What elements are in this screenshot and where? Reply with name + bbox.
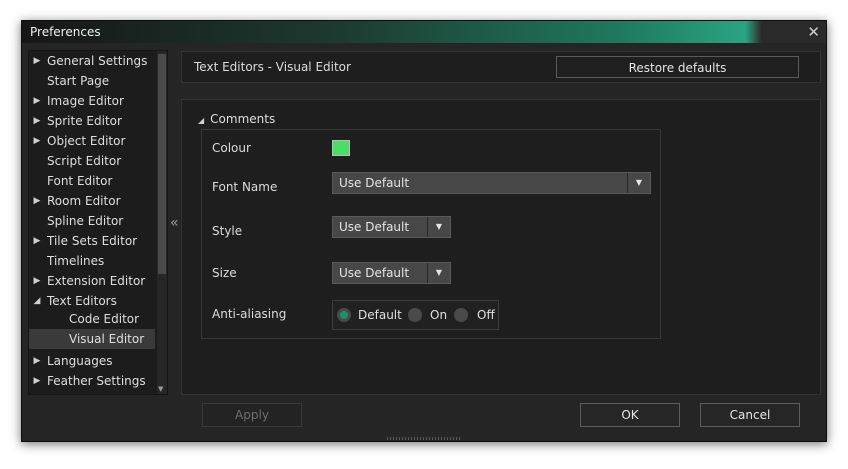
expand-arrow-icon[interactable]: ▶ [32,91,42,111]
chevron-down-icon[interactable]: ▼ [627,173,650,193]
radio-default[interactable] [337,308,351,322]
expand-arrow-icon[interactable]: ▶ [32,131,42,151]
tree-item-tile-sets-editor[interactable]: ▶ Tile Sets Editor [29,231,155,251]
ok-button[interactable]: OK [580,403,680,427]
tree-item-feather-settings[interactable]: ▶ Feather Settings [29,371,155,391]
colour-swatch[interactable] [332,140,350,156]
collapse-panel-icon[interactable]: « [170,215,179,231]
expand-arrow-icon[interactable]: ▶ [32,351,42,371]
chevron-down-icon[interactable]: ▼ [427,217,450,237]
preferences-tree: ▶ General Settings Start Page ▶ Image Editor… [28,50,168,395]
tree-item-sprite-editor[interactable]: ▶ Sprite Editor [29,111,155,131]
tree-item-label: Start Page [47,74,110,88]
tree-item-label: Extension Editor [47,274,146,288]
tree-item-room-editor[interactable]: ▶ Room Editor [29,191,155,211]
tree-item-general-settings[interactable]: ▶ General Settings [29,51,155,71]
tree-item-label: Object Editor [47,134,126,148]
radio-on[interactable] [408,308,422,322]
tree-item-code-editor[interactable]: Code Editor [29,309,155,329]
tree-scrollbar[interactable]: ▼ [157,51,167,394]
settings-panel: ◢ Comments Colour Font Name Use Default ▼… [181,99,821,395]
section-title: Comments [210,112,276,126]
tree-item-label: Script Editor [47,154,122,168]
tree-item-text-editors[interactable]: ◢ Text Editors [29,291,155,311]
cancel-button[interactable]: Cancel [700,403,800,427]
tree-item-label: Image Editor [47,94,124,108]
expand-triangle-icon: ◢ [198,116,205,125]
tree-item-label: Languages [47,354,113,368]
comments-group: Colour Font Name Use Default ▼ Style Use… [201,129,661,339]
style-dropdown[interactable]: Use Default ▼ [332,216,451,238]
tree-item-image-editor[interactable]: ▶ Image Editor [29,91,155,111]
tree-item-label: Sprite Editor [47,114,122,128]
colour-label: Colour [212,141,251,155]
font-name-label: Font Name [212,180,278,194]
tree-item-label: Font Editor [47,174,113,188]
tree-item-timelines[interactable]: Timelines [29,251,155,271]
scroll-down-icon[interactable]: ▼ [158,385,163,393]
tree-item-spline-editor[interactable]: Spline Editor [29,211,155,231]
expand-arrow-icon[interactable]: ▶ [32,371,42,391]
tree-item-label: Feather Settings [47,374,146,388]
anti-aliasing-label: Anti-aliasing [212,307,287,321]
tree-item-start-page[interactable]: Start Page [29,71,155,91]
style-value: Use Default [339,220,410,234]
size-label: Size [212,266,237,280]
tree-item-label: Visual Editor [69,332,145,346]
tree-item-font-editor[interactable]: Font Editor [29,171,155,191]
title-bar[interactable]: Preferences ✕ [22,21,826,43]
tree-item-label: General Settings [47,54,148,68]
expand-arrow-icon[interactable]: ▶ [32,191,42,211]
tree-item-languages[interactable]: ▶ Languages [29,351,155,371]
style-label: Style [212,224,243,238]
radio-off-label[interactable]: Off [477,308,495,322]
restore-defaults-button[interactable]: Restore defaults [556,56,799,78]
tree-item-extension-editor[interactable]: ▶ Extension Editor [29,271,155,291]
radio-on-label[interactable]: On [430,308,447,322]
expand-arrow-icon[interactable]: ▶ [32,271,42,291]
close-icon[interactable]: ✕ [807,23,820,41]
window-title: Preferences [30,25,101,39]
tree-item-label: Code Editor [69,312,140,326]
size-dropdown[interactable]: Use Default ▼ [332,262,451,284]
expanded-arrow-icon[interactable]: ◢ [32,291,42,311]
preferences-window: Preferences ✕ ▶ General Settings Start Pag… [21,20,827,442]
tree-item-label: Text Editors [47,294,117,308]
expand-arrow-icon[interactable]: ▶ [32,51,42,71]
anti-aliasing-radio-group: Default On Off [332,300,499,330]
chevron-down-icon[interactable]: ▼ [427,263,450,283]
radio-off[interactable] [454,308,468,322]
font-name-value: Use Default [339,176,410,190]
scrollbar-thumb[interactable] [158,54,166,274]
tree-item-label: Timelines [47,254,105,268]
expand-arrow-icon[interactable]: ▶ [32,231,42,251]
radio-default-label[interactable]: Default [358,308,402,322]
page-title: Text Editors - Visual Editor [194,60,351,74]
tree-item-script-editor[interactable]: Script Editor [29,151,155,171]
tree-item-object-editor[interactable]: ▶ Object Editor [29,131,155,151]
tree-item-visual-editor[interactable]: Visual Editor [29,329,155,349]
tree-item-label: Tile Sets Editor [47,234,138,248]
size-value: Use Default [339,266,410,280]
apply-button[interactable]: Apply [202,403,302,427]
font-name-dropdown[interactable]: Use Default ▼ [332,172,651,194]
comments-section-header[interactable]: ◢ Comments [198,112,275,126]
expand-arrow-icon[interactable]: ▶ [32,111,42,131]
resize-grip[interactable] [387,437,462,440]
header-panel: Text Editors - Visual Editor Restore def… [181,51,821,83]
tree-item-label: Room Editor [47,194,121,208]
tree-item-label: Spline Editor [47,214,124,228]
